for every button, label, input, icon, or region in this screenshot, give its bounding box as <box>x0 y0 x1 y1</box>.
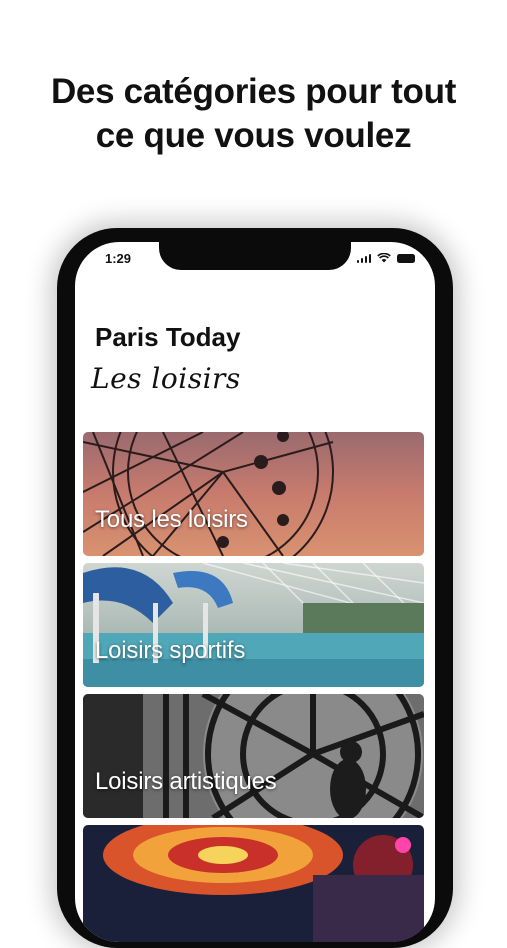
category-label: Tous les loisirs <box>95 506 248 533</box>
category-card-loisirs-sportifs[interactable]: Loisirs sportifs <box>83 563 424 687</box>
battery-icon <box>397 253 415 263</box>
headline-line-1: Des catégories pour tout <box>50 72 457 111</box>
fairground-image <box>83 825 424 942</box>
museum-clock-image <box>83 694 424 818</box>
phone-screen: 1:29 Paris Today Les loisirs Tous les lo… <box>75 242 435 942</box>
headline-line-2: ce que vous voulez <box>95 116 412 155</box>
wifi-icon <box>377 253 391 263</box>
waterpark-image <box>83 563 424 687</box>
category-card-tous-les-loisirs[interactable]: Tous les loisirs <box>83 432 424 556</box>
signal-icon <box>356 253 371 263</box>
category-label: Loisirs sportifs <box>95 637 246 664</box>
status-icons <box>356 252 415 264</box>
category-label: Loisirs artistiques <box>95 768 277 795</box>
ferris-wheel-image <box>83 432 424 556</box>
phone-notch <box>159 242 351 270</box>
status-time: 1:29 <box>105 251 132 266</box>
phone-frame: 1:29 Paris Today Les loisirs Tous les lo… <box>57 228 453 948</box>
app-title: Paris Today <box>95 322 241 352</box>
section-title: Les loisirs <box>91 362 241 395</box>
promo-headline: Des catégories pour tout ce que vous vou… <box>0 70 507 158</box>
category-card-fairground[interactable] <box>83 825 424 942</box>
category-card-loisirs-artistiques[interactable]: Loisirs artistiques <box>83 694 424 818</box>
